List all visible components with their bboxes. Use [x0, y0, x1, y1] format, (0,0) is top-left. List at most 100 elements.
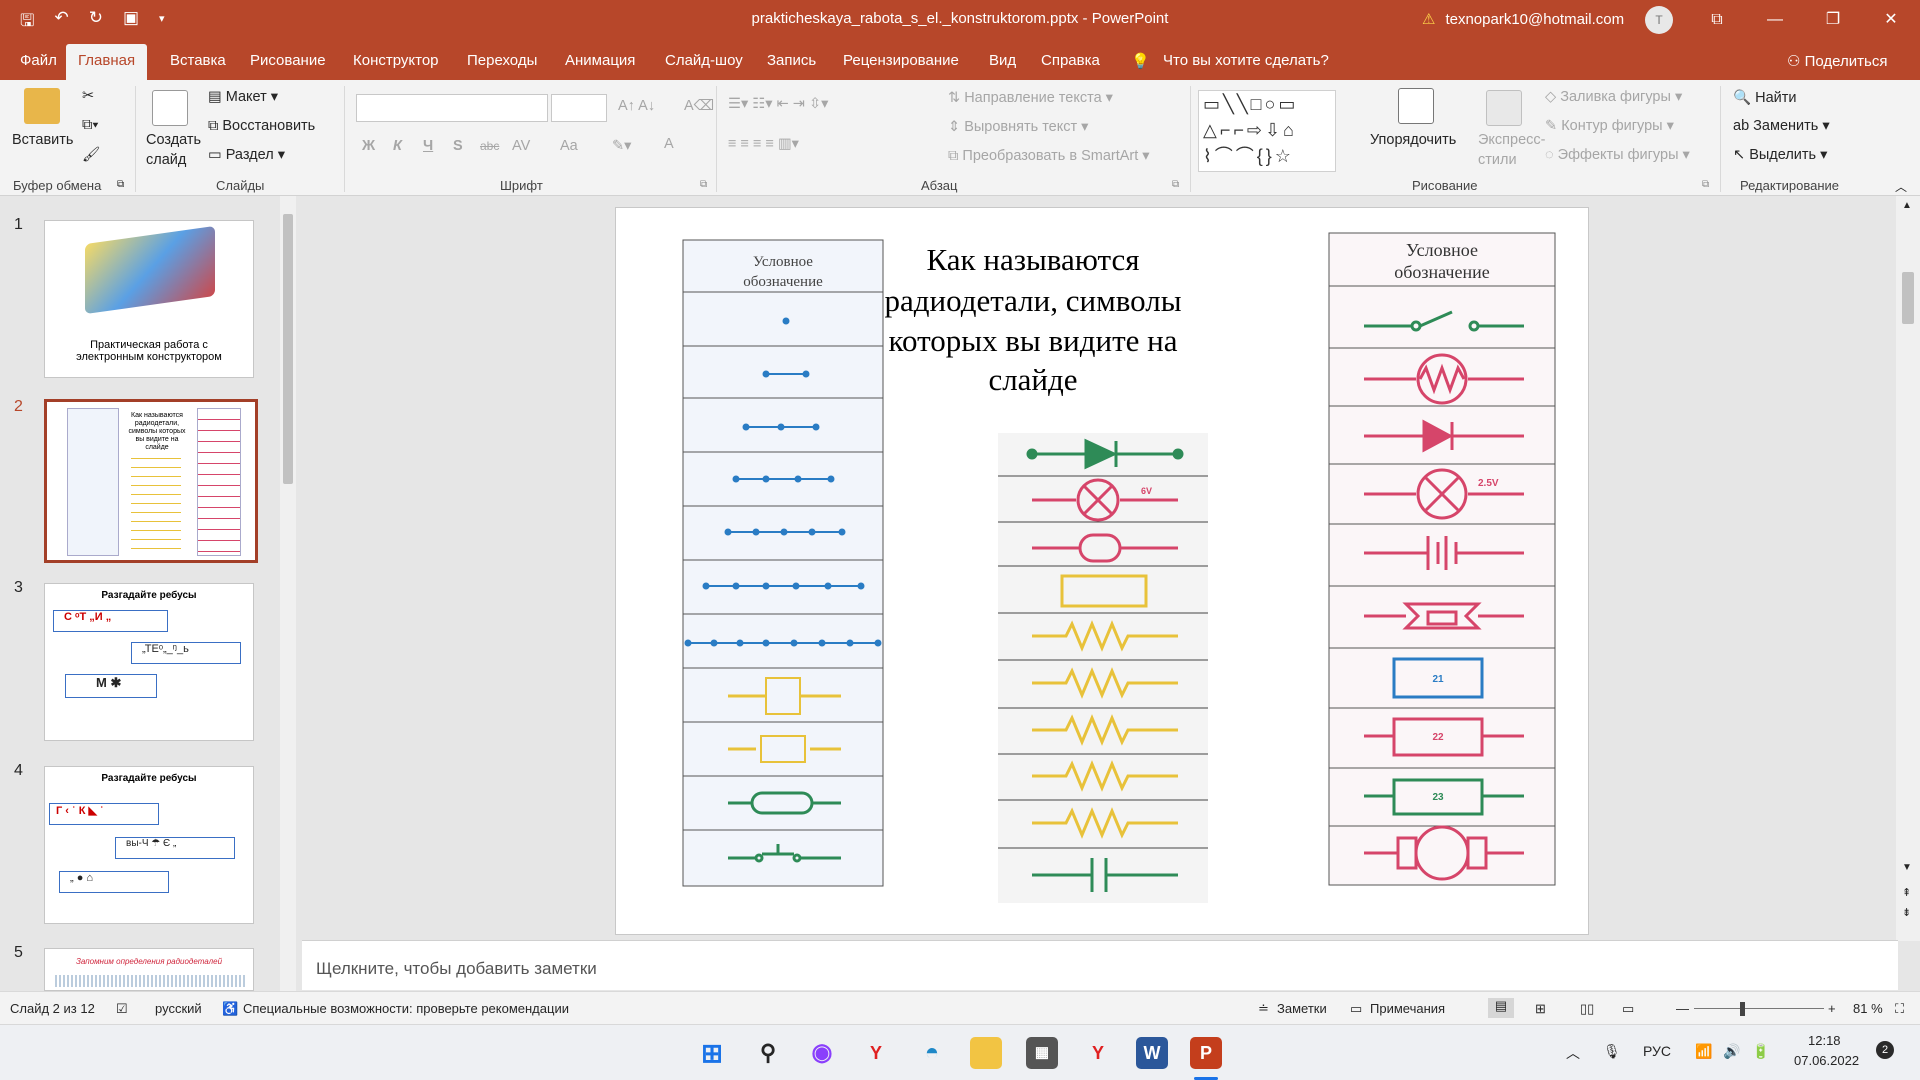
- maximize-button[interactable]: ❐: [1804, 0, 1862, 40]
- font-name-combo[interactable]: [356, 94, 548, 122]
- replace-button[interactable]: ab Заменить ▾: [1733, 118, 1830, 134]
- accessibility-status[interactable]: Специальные возможности: проверьте реком…: [243, 1001, 569, 1016]
- slide-thumbnail-5[interactable]: Запомним определения радиодеталей: [44, 948, 254, 991]
- tab-animations[interactable]: Анимация: [565, 52, 635, 69]
- account[interactable]: ⚠ texnopark10@hotmail.com: [1422, 10, 1624, 29]
- shadow-button[interactable]: S: [453, 138, 463, 154]
- tab-review[interactable]: Рецензирование: [843, 52, 959, 69]
- collapse-ribbon-icon[interactable]: ︿: [1895, 178, 1907, 195]
- tell-me-search[interactable]: Что вы хотите сделать?: [1163, 52, 1329, 69]
- ribbon-display-icon[interactable]: ⧉: [1688, 0, 1746, 40]
- smartart-button[interactable]: ⧉ Преобразовать в SmartArt ▾: [948, 148, 1150, 164]
- scroll-down-icon[interactable]: ▼: [1902, 862, 1912, 873]
- shape-fill-button[interactable]: ◇ Заливка фигуры ▾: [1545, 89, 1682, 105]
- notes-toggle-icon[interactable]: ≐: [1258, 1001, 1269, 1017]
- char-spacing-button[interactable]: AV: [512, 138, 530, 154]
- editor-scrollbar[interactable]: ▲ ▼ ⇞ ⇟: [1896, 196, 1920, 941]
- file-explorer-icon[interactable]: [970, 1037, 1002, 1069]
- spellcheck-icon[interactable]: ☑: [116, 1001, 128, 1017]
- copy-icon[interactable]: ⧉▾: [82, 117, 98, 133]
- fit-slide-icon[interactable]: ⛶: [1895, 1001, 1904, 1017]
- notification-badge[interactable]: 2: [1876, 1041, 1894, 1059]
- quick-styles-label-2[interactable]: стили: [1478, 152, 1517, 168]
- slide-thumbnail-3[interactable]: Разгадайте ребусы С ᵒТ „И „ „ТЕᵒ„_ᵑ_ь М …: [44, 583, 254, 741]
- find-button[interactable]: 🔍 Найти: [1733, 89, 1796, 106]
- wifi-icon[interactable]: 📶: [1695, 1043, 1712, 1060]
- align-text-button[interactable]: ⇕ Выровнять текст ▾: [948, 119, 1088, 135]
- prev-slide-icon[interactable]: ⇞: [1902, 886, 1911, 899]
- grow-font-icon[interactable]: A↑ A↓: [618, 98, 655, 114]
- input-language[interactable]: РУС: [1643, 1043, 1671, 1059]
- cut-icon[interactable]: ✂: [82, 88, 94, 104]
- reading-view-icon[interactable]: ▯▯: [1580, 1001, 1594, 1017]
- zoom-out-icon[interactable]: —: [1676, 1001, 1689, 1016]
- align-icons[interactable]: ≡ ≡ ≡ ≡ ▥▾: [728, 136, 799, 152]
- yandex-browser-icon[interactable]: Y: [860, 1037, 892, 1069]
- clock-date[interactable]: 07.06.2022: [1794, 1053, 1859, 1068]
- calculator-icon[interactable]: ▦: [1026, 1037, 1058, 1069]
- zoom-slider[interactable]: [1694, 1008, 1824, 1009]
- alice-assistant-icon[interactable]: ◉: [806, 1037, 838, 1069]
- section-button[interactable]: ▭ Раздел ▾: [208, 147, 285, 163]
- microphone-icon[interactable]: 🎙: [1603, 1043, 1621, 1060]
- change-case-button[interactable]: Aa: [560, 138, 578, 154]
- bullets-icon[interactable]: ☰▾ ☷▾ ⇤ ⇥ ⇳▾: [728, 96, 828, 112]
- layout-button[interactable]: ▤ Макет ▾: [208, 89, 278, 105]
- tab-insert[interactable]: Вставка: [170, 52, 226, 69]
- slide-thumbnail-2[interactable]: Как называются радиодетали, символы кото…: [44, 399, 258, 563]
- paste-label[interactable]: Вставить: [12, 132, 73, 148]
- volume-icon[interactable]: 🔊: [1723, 1043, 1740, 1060]
- italic-button[interactable]: К: [393, 138, 402, 154]
- scroll-up-icon[interactable]: ▲: [1902, 200, 1912, 211]
- font-launcher-icon[interactable]: ⧉: [700, 179, 707, 190]
- battery-icon[interactable]: 🔋: [1752, 1043, 1769, 1060]
- next-slide-icon[interactable]: ⇟: [1902, 906, 1911, 919]
- bold-button[interactable]: Ж: [362, 138, 375, 154]
- slide-thumbnail-1[interactable]: Практическая работа с электронным констр…: [44, 220, 254, 378]
- close-button[interactable]: ✕: [1862, 0, 1920, 40]
- arrange-icon[interactable]: [1398, 88, 1434, 124]
- editor-scrollbar-thumb[interactable]: [1902, 272, 1914, 324]
- scrollbar-thumb[interactable]: [283, 214, 293, 484]
- notes-pane[interactable]: Щелкните, чтобы добавить заметки: [302, 940, 1898, 990]
- powerpoint-icon[interactable]: P: [1190, 1037, 1222, 1069]
- thumbnail-scrollbar[interactable]: [280, 196, 296, 991]
- select-button[interactable]: ↖ Выделить ▾: [1733, 147, 1827, 163]
- tab-record[interactable]: Запись: [767, 52, 816, 69]
- paragraph-launcher-icon[interactable]: ⧉: [1172, 179, 1179, 190]
- accessibility-icon[interactable]: ♿: [222, 1001, 238, 1017]
- new-slide-label-2[interactable]: слайд: [146, 152, 186, 168]
- search-icon[interactable]: ⚲: [752, 1037, 784, 1069]
- slide-canvas[interactable]: Условное обозначение Как называются ради…: [615, 207, 1589, 935]
- font-color-button[interactable]: A: [664, 136, 674, 152]
- share-button[interactable]: ⚇ Поделиться: [1787, 52, 1887, 70]
- tab-home[interactable]: Главная: [66, 44, 148, 80]
- shape-outline-button[interactable]: ✎ Контур фигуры ▾: [1545, 118, 1674, 134]
- shape-effects-button[interactable]: ◌ Эффекты фигуры ▾: [1545, 147, 1690, 163]
- normal-view-icon[interactable]: ▤: [1488, 998, 1514, 1018]
- strikethrough-button[interactable]: abc: [480, 139, 499, 153]
- avatar[interactable]: Т: [1645, 6, 1673, 34]
- tab-help[interactable]: Справка: [1041, 52, 1100, 69]
- format-painter-icon[interactable]: 🖌: [82, 146, 100, 163]
- word-icon[interactable]: W: [1136, 1037, 1168, 1069]
- clear-format-icon[interactable]: A⌫: [684, 98, 714, 114]
- reset-button[interactable]: ⧉ Восстановить: [208, 118, 315, 134]
- minimize-button[interactable]: —: [1746, 0, 1804, 40]
- slide-sorter-icon[interactable]: ⊞: [1535, 1001, 1546, 1017]
- zoom-level[interactable]: 81 %: [1853, 1001, 1883, 1016]
- language-indicator[interactable]: русский: [155, 1001, 202, 1016]
- tab-draw[interactable]: Рисование: [250, 52, 326, 69]
- slideshow-view-icon[interactable]: ▭: [1622, 1001, 1634, 1017]
- tab-view[interactable]: Вид: [989, 52, 1016, 69]
- tab-transitions[interactable]: Переходы: [467, 52, 537, 69]
- text-direction-button[interactable]: ⇅ Направление текста ▾: [948, 90, 1113, 106]
- comments-icon[interactable]: ▭: [1350, 1001, 1362, 1017]
- yandex-icon[interactable]: Y: [1082, 1037, 1114, 1069]
- font-size-combo[interactable]: [551, 94, 607, 122]
- tab-slideshow[interactable]: Слайд-шоу: [665, 52, 743, 69]
- drawing-launcher-icon[interactable]: ⧉: [1702, 179, 1709, 190]
- underline-button[interactable]: Ч: [423, 138, 433, 154]
- slide-thumbnail-4[interactable]: Разгадайте ребусы Г ‹ ˈ К ◣ ˈ вы-Ч ☂ Є „…: [44, 766, 254, 924]
- notes-toggle[interactable]: Заметки: [1277, 1001, 1327, 1016]
